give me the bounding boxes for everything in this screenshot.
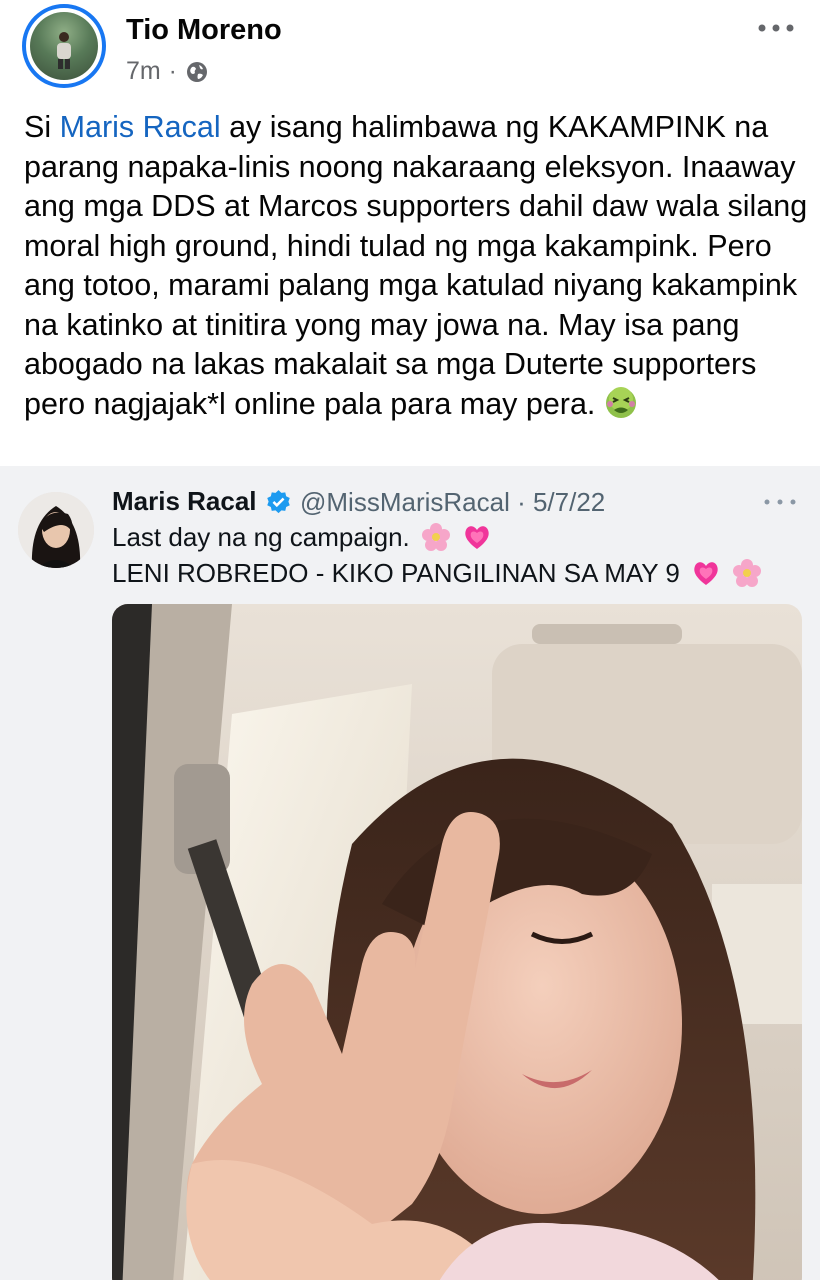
post-text-body: ay isang halimbawa ng KAKAMPINK na paran…	[24, 110, 808, 421]
author-name[interactable]: Tio Moreno	[126, 14, 282, 47]
tweet-handle-date[interactable]: @MissMarisRacal · 5/7/22	[300, 487, 605, 518]
avatar-photo	[30, 12, 98, 80]
cherry-blossom-icon	[422, 523, 450, 551]
post-text: Si Maris Racal ay isang halimbawa ng KAK…	[24, 108, 808, 424]
post-time[interactable]: 7m	[126, 57, 161, 86]
tweet-author-name[interactable]: Maris Racal	[112, 486, 257, 517]
tweet-text-2: LENI ROBREDO - KIKO PANGILINAN SA MAY 9	[112, 558, 680, 588]
facebook-post: Tio Moreno 7m · Si Maris Racal ay isang …	[0, 0, 820, 1280]
selfie-photo	[112, 604, 802, 1280]
more-horizontal-icon	[758, 24, 794, 32]
embedded-tweet-card[interactable]: Maris Racal @MissMarisRacal · 5/7/22 Las…	[0, 466, 820, 1280]
avatar-figure-icon	[57, 32, 71, 69]
nauseated-face-icon	[605, 386, 636, 418]
cherry-blossom-icon	[733, 559, 762, 587]
tweet-text-line1: Last day na ng campaign.	[112, 522, 492, 553]
tweet-more-button[interactable]	[760, 492, 800, 512]
post-header: Tio Moreno 7m ·	[0, 0, 820, 100]
post-more-button[interactable]	[752, 14, 800, 42]
growing-heart-icon	[465, 526, 489, 549]
post-meta: 7m ·	[126, 57, 209, 86]
post-text-start: Si	[24, 110, 60, 144]
tweet-text-1: Last day na ng campaign.	[112, 522, 410, 552]
tweet-text-line2: LENI ROBREDO - KIKO PANGILINAN SA MAY 9	[112, 558, 762, 589]
tweet-avatar-photo	[18, 492, 94, 568]
mention-link[interactable]: Maris Racal	[60, 110, 221, 144]
growing-heart-icon	[694, 562, 718, 585]
tweet-photo[interactable]	[112, 604, 802, 1280]
meta-separator: ·	[168, 57, 177, 85]
author-avatar[interactable]	[22, 4, 106, 88]
verified-badge-icon	[267, 490, 290, 514]
more-horizontal-icon	[764, 499, 796, 505]
tweet-avatar[interactable]	[18, 492, 94, 568]
globe-icon[interactable]	[185, 60, 209, 84]
